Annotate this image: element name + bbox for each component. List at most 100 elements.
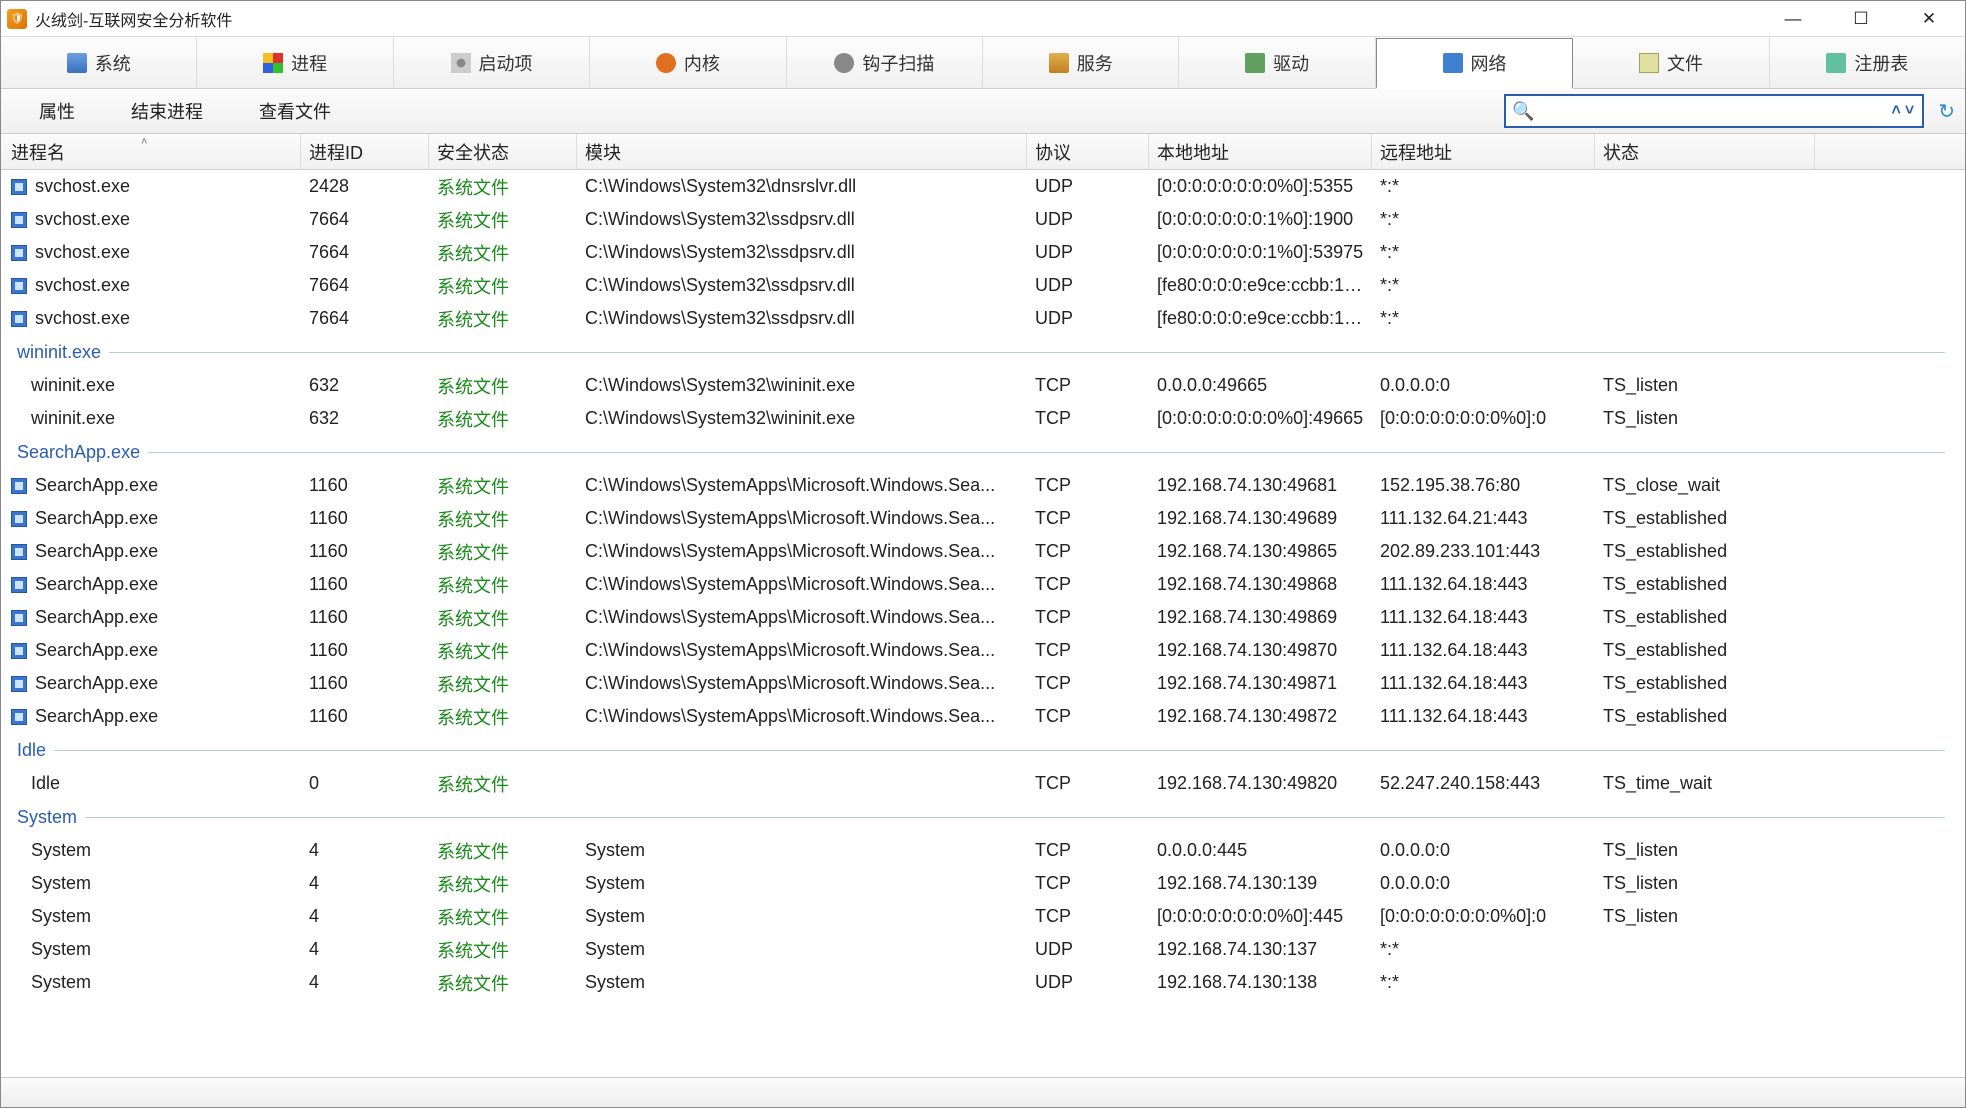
cell-process: System: [1, 840, 301, 861]
cell-local: [fe80:0:0:0:e9ce:ccbb:1c...: [1149, 275, 1372, 296]
minimize-button[interactable]: —: [1773, 9, 1813, 29]
table-body[interactable]: svchost.exe2428系统文件C:\Windows\System32\d…: [1, 170, 1965, 1077]
cell-protocol: TCP: [1027, 607, 1149, 628]
table-row[interactable]: SearchApp.exe1160系统文件C:\Windows\SystemAp…: [1, 568, 1965, 601]
table-row[interactable]: svchost.exe7664系统文件C:\Windows\System32\s…: [1, 236, 1965, 269]
toolbar-查看文件[interactable]: 查看文件: [231, 92, 359, 130]
close-button[interactable]: ✕: [1909, 9, 1949, 29]
cell-remote: 0.0.0.0:0: [1372, 375, 1595, 396]
cell-security: 系统文件: [429, 904, 577, 930]
cell-security: 系统文件: [429, 240, 577, 266]
toolbar-属性[interactable]: 属性: [11, 92, 103, 130]
tab-网络[interactable]: 网络: [1376, 38, 1573, 89]
search-wrap: 🔍 ˄ ˅ ↻: [1504, 94, 1955, 128]
search-prev-button[interactable]: ˄: [1890, 102, 1903, 120]
cell-protocol: TCP: [1027, 873, 1149, 894]
tab-系统[interactable]: 系统: [1, 37, 197, 88]
maximize-button[interactable]: ☐: [1841, 9, 1881, 29]
cell-security: 系统文件: [429, 506, 577, 532]
cell-protocol: TCP: [1027, 706, 1149, 727]
table-row[interactable]: System4系统文件SystemUDP192.168.74.130:138*:…: [1, 966, 1965, 999]
cell-security: 系统文件: [429, 638, 577, 664]
process-name: SearchApp.exe: [35, 508, 158, 529]
table-row[interactable]: svchost.exe7664系统文件C:\Windows\System32\s…: [1, 203, 1965, 236]
tab-服务[interactable]: 服务: [983, 37, 1179, 88]
refresh-button[interactable]: ↻: [1938, 99, 1955, 124]
cell-remote: *:*: [1372, 242, 1595, 263]
table-row[interactable]: SearchApp.exe1160系统文件C:\Windows\SystemAp…: [1, 502, 1965, 535]
table-row[interactable]: svchost.exe7664系统文件C:\Windows\System32\s…: [1, 269, 1965, 302]
search-input[interactable]: [1539, 102, 1888, 120]
cell-pid: 7664: [301, 308, 429, 329]
cell-pid: 1160: [301, 673, 429, 694]
process-icon: [11, 544, 27, 560]
cell-process: SearchApp.exe: [1, 673, 301, 694]
cell-state: TS_time_wait: [1595, 773, 1815, 794]
process-icon: [11, 212, 27, 228]
cell-protocol: UDP: [1027, 939, 1149, 960]
header-protocol[interactable]: 协议: [1027, 134, 1149, 169]
table-row[interactable]: wininit.exe632系统文件C:\Windows\System32\wi…: [1, 402, 1965, 435]
tab-文件[interactable]: 文件: [1573, 37, 1769, 88]
tab-进程[interactable]: 进程: [197, 37, 393, 88]
cell-pid: 1160: [301, 706, 429, 727]
cell-protocol: TCP: [1027, 773, 1149, 794]
table-row[interactable]: SearchApp.exe1160系统文件C:\Windows\SystemAp…: [1, 601, 1965, 634]
cell-local: [0:0:0:0:0:0:0:0%0]:49665: [1149, 408, 1372, 429]
search-next-button[interactable]: ˅: [1903, 102, 1916, 120]
toolbar-结束进程[interactable]: 结束进程: [103, 92, 231, 130]
process-icon: [11, 676, 27, 692]
header-pid[interactable]: 进程ID: [301, 134, 429, 169]
tab-驱动[interactable]: 驱动: [1179, 37, 1375, 88]
tab-钩子扫描[interactable]: 钩子扫描: [787, 37, 983, 88]
group-Idle[interactable]: Idle: [1, 733, 1965, 767]
table-row[interactable]: Idle0系统文件TCP192.168.74.130:4982052.247.2…: [1, 767, 1965, 800]
process-icon: [11, 511, 27, 527]
header-local-addr[interactable]: 本地地址: [1149, 134, 1372, 169]
table-row[interactable]: SearchApp.exe1160系统文件C:\Windows\SystemAp…: [1, 700, 1965, 733]
cell-process: System: [1, 972, 301, 993]
cell-pid: 4: [301, 939, 429, 960]
header-module[interactable]: 模块: [577, 134, 1027, 169]
cell-remote: 111.132.64.18:443: [1372, 607, 1595, 628]
process-name: System: [31, 939, 91, 960]
table-row[interactable]: System4系统文件SystemTCP[0:0:0:0:0:0:0:0%0]:…: [1, 900, 1965, 933]
header-state[interactable]: 状态: [1595, 134, 1815, 169]
search-box[interactable]: 🔍 ˄ ˅: [1504, 94, 1924, 128]
cell-module: C:\Windows\System32\wininit.exe: [577, 375, 1027, 396]
table-row[interactable]: SearchApp.exe1160系统文件C:\Windows\SystemAp…: [1, 667, 1965, 700]
group-wininit.exe[interactable]: wininit.exe: [1, 335, 1965, 369]
table-row[interactable]: SearchApp.exe1160系统文件C:\Windows\SystemAp…: [1, 535, 1965, 568]
table-row[interactable]: svchost.exe7664系统文件C:\Windows\System32\s…: [1, 302, 1965, 335]
table-row[interactable]: wininit.exe632系统文件C:\Windows\System32\wi…: [1, 369, 1965, 402]
cell-module: C:\Windows\SystemApps\Microsoft.Windows.…: [577, 640, 1027, 661]
tab-注册表[interactable]: 注册表: [1770, 37, 1965, 88]
tab-启动项[interactable]: 启动项: [394, 37, 590, 88]
cell-process: svchost.exe: [1, 242, 301, 263]
header-process-name[interactable]: 进程名: [1, 134, 301, 169]
header-security[interactable]: 安全状态: [429, 134, 577, 169]
cell-protocol: TCP: [1027, 574, 1149, 595]
table-row[interactable]: svchost.exe2428系统文件C:\Windows\System32\d…: [1, 170, 1965, 203]
tab-内核[interactable]: 内核: [590, 37, 786, 88]
process-name: SearchApp.exe: [35, 706, 158, 727]
group-SearchApp.exe[interactable]: SearchApp.exe: [1, 435, 1965, 469]
table-row[interactable]: SearchApp.exe1160系统文件C:\Windows\SystemAp…: [1, 469, 1965, 502]
cell-module: C:\Windows\SystemApps\Microsoft.Windows.…: [577, 673, 1027, 694]
header-remote-addr[interactable]: 远程地址: [1372, 134, 1595, 169]
cell-remote: 152.195.38.76:80: [1372, 475, 1595, 496]
table-row[interactable]: System4系统文件SystemUDP192.168.74.130:137*:…: [1, 933, 1965, 966]
group-System[interactable]: System: [1, 800, 1965, 834]
cell-pid: 1160: [301, 541, 429, 562]
main-tabs: 系统进程启动项内核钩子扫描服务驱动网络文件注册表: [1, 37, 1965, 89]
cell-protocol: TCP: [1027, 541, 1149, 562]
cell-remote: 0.0.0.0:0: [1372, 840, 1595, 861]
cell-process: svchost.exe: [1, 209, 301, 230]
table-row[interactable]: System4系统文件SystemTCP0.0.0.0:4450.0.0.0:0…: [1, 834, 1965, 867]
table-row[interactable]: System4系统文件SystemTCP192.168.74.130:1390.…: [1, 867, 1965, 900]
cell-module: System: [577, 972, 1027, 993]
cell-pid: 632: [301, 375, 429, 396]
cell-local: 192.168.74.130:139: [1149, 873, 1372, 894]
table-row[interactable]: SearchApp.exe1160系统文件C:\Windows\SystemAp…: [1, 634, 1965, 667]
cell-module: C:\Windows\SystemApps\Microsoft.Windows.…: [577, 541, 1027, 562]
